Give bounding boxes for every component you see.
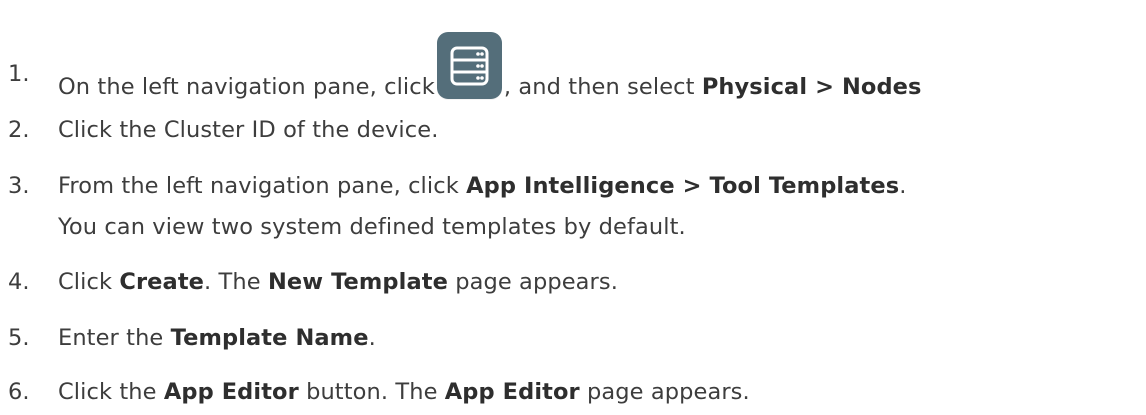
step-text: Enter the Template Name.: [58, 318, 376, 358]
step-text-part: . The: [204, 269, 268, 295]
step-text-part: .: [368, 325, 376, 351]
page-name: App Editor: [444, 379, 580, 405]
step-text-part: .: [899, 173, 907, 199]
step-text: From the left navigation pane, click App…: [58, 166, 906, 206]
step-text-part: Enter the: [58, 325, 171, 351]
step-text-part: On the left navigation pane, click: [58, 74, 435, 100]
button-name: Create: [119, 269, 205, 295]
step-text: Click Create. The New Template page appe…: [58, 262, 618, 302]
step-text-part: From the left navigation pane, click: [58, 173, 467, 199]
step-number: 6.: [8, 379, 30, 405]
step-number: 1.: [8, 61, 30, 87]
step-number: 3.: [8, 173, 30, 199]
step-number: 4.: [8, 269, 30, 295]
button-name: App Editor: [163, 379, 299, 405]
menu-path: App Intelligence > Tool Templates: [466, 173, 900, 199]
step-text-part: Click: [58, 269, 120, 295]
step-text: Click the App Editor button. The App Edi…: [58, 372, 750, 412]
page-name: New Template: [267, 269, 448, 295]
step-text: Click the Cluster ID of the device.: [58, 117, 439, 143]
field-name: Template Name: [170, 325, 369, 351]
step-text-part: , and then select: [503, 74, 702, 100]
step-text-part: Click the: [58, 379, 164, 405]
step-text-part: page appears.: [447, 269, 618, 295]
step-text-part: button. The: [298, 379, 445, 405]
instruction-steps: 1. On the left navigation pane, click , …: [0, 0, 1146, 415]
step-text-part: page appears.: [579, 379, 750, 405]
step-note: You can view two system defined template…: [58, 214, 686, 240]
step-number: 5.: [8, 325, 30, 351]
step-number: 2.: [8, 117, 30, 143]
server-icon: [436, 32, 502, 99]
menu-path: Physical > Nodes: [701, 74, 922, 100]
